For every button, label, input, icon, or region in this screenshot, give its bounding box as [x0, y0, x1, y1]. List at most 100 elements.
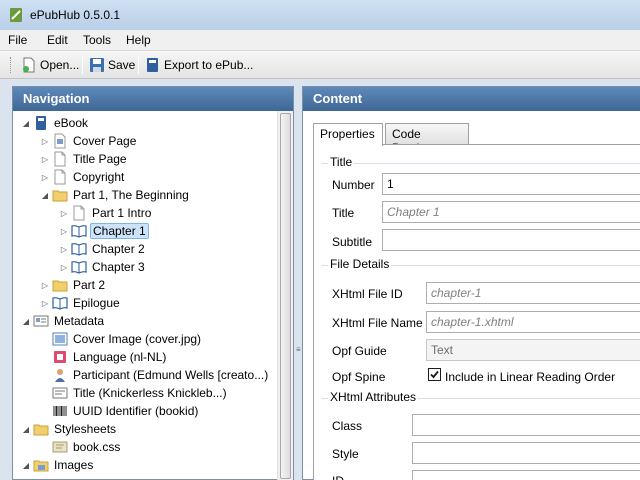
- tree-item[interactable]: Participant (Edmund Wells [creato...): [40, 366, 270, 384]
- xhtml-file-id-input[interactable]: chapter-1: [426, 282, 640, 304]
- content-panel: Content Properties Code Preview Title Nu…: [302, 86, 640, 480]
- tree-item-label: Copyright: [73, 170, 125, 184]
- number-input[interactable]: 1: [382, 173, 640, 195]
- css-icon: [52, 441, 68, 453]
- menu-tools[interactable]: Tools: [83, 33, 111, 47]
- open-file-icon: [23, 57, 35, 73]
- tree-item-label: Cover Image (cover.jpg): [73, 332, 202, 346]
- tree-item[interactable]: ▷ Chapter 1: [59, 222, 149, 240]
- opf-guide-label: Opf Guide: [332, 344, 387, 358]
- expanded-arrow-icon[interactable]: ◢: [40, 186, 50, 204]
- expanded-arrow-icon[interactable]: ◢: [21, 456, 31, 474]
- properties-page: Title Number 1 Title Chapter 1 Subtitle …: [313, 144, 640, 480]
- tree-item[interactable]: Language (nl-NL): [40, 348, 168, 366]
- collapsed-arrow-icon[interactable]: ▷: [59, 240, 69, 258]
- expanded-arrow-icon[interactable]: ◢: [21, 114, 31, 132]
- tree-item[interactable]: book.css: [40, 438, 122, 456]
- save-button[interactable]: Save: [86, 54, 138, 76]
- collapsed-arrow-icon[interactable]: ▷: [59, 204, 69, 222]
- opf-spine-checkbox[interactable]: [428, 368, 441, 381]
- metadata-icon: [33, 315, 49, 327]
- opf-guide-select[interactable]: Text: [426, 339, 640, 361]
- collapsed-arrow-icon[interactable]: ▷: [40, 168, 50, 186]
- menu-help[interactable]: Help: [126, 33, 151, 47]
- navigation-tree[interactable]: ◢ eBook ▷ Cover Page ▷ Title Page ▷ Copyright ◢ P…: [13, 111, 279, 480]
- save-disk-icon: [90, 58, 104, 72]
- subtitle-label: Subtitle: [332, 235, 373, 249]
- xhtml-file-name-input[interactable]: chapter-1.xhtml: [426, 311, 640, 333]
- export-epub-button[interactable]: Export to ePub...: [142, 54, 256, 76]
- number-label: Number: [332, 178, 375, 192]
- tree-item[interactable]: ▷ Part 2: [40, 276, 107, 294]
- tree-item-label: Title (Knickerless Knickleb...): [73, 386, 227, 400]
- export-button-label: Export to ePub...: [164, 58, 254, 72]
- title-input[interactable]: Chapter 1: [382, 201, 640, 223]
- tree-item[interactable]: ◢ eBook: [21, 114, 90, 132]
- title-group-label: Title: [328, 155, 355, 169]
- tree-item[interactable]: ▷ Copyright: [40, 168, 126, 186]
- person-icon: [55, 369, 65, 382]
- tab-properties[interactable]: Properties: [313, 123, 383, 146]
- collapsed-arrow-icon[interactable]: ▷: [59, 258, 69, 276]
- tree-item[interactable]: Title (Knickerless Knickleb...): [40, 384, 229, 402]
- tree-item-label: Epilogue: [73, 296, 120, 310]
- tree-item[interactable]: ▷ Chapter 3: [59, 258, 147, 276]
- style-input[interactable]: [412, 442, 640, 464]
- collapsed-arrow-icon[interactable]: ▷: [40, 132, 50, 150]
- title-label: Title: [332, 206, 355, 220]
- toolbar-grip[interactable]: [10, 57, 13, 73]
- tree-item[interactable]: ◢ Images: [21, 456, 95, 474]
- expanded-arrow-icon[interactable]: ◢: [21, 312, 31, 330]
- picture-icon: [52, 332, 68, 346]
- open-book-icon: [71, 243, 87, 256]
- scrollbar-thumb[interactable]: [280, 113, 291, 479]
- collapsed-arrow-icon[interactable]: ▷: [40, 150, 50, 168]
- menu-edit[interactable]: Edit: [47, 33, 68, 47]
- folder-icon: [33, 424, 49, 436]
- xhtml-file-id-label: XHtml File ID: [332, 287, 403, 301]
- title-card-icon: [52, 387, 68, 399]
- menu-file[interactable]: File: [8, 33, 27, 47]
- opf-spine-checkbox-label[interactable]: Include in Linear Reading Order: [445, 370, 615, 384]
- tree-item-label: eBook: [54, 116, 89, 130]
- class-input[interactable]: [412, 414, 640, 436]
- tree-item[interactable]: ◢ Part 1, The Beginning: [40, 186, 191, 204]
- panel-splitter[interactable]: ≡: [294, 86, 302, 480]
- id-input[interactable]: [412, 470, 640, 480]
- open-button[interactable]: Open...: [18, 54, 82, 76]
- tree-item-label: Part 1 Intro: [92, 206, 152, 220]
- tree-item[interactable]: ◢ Stylesheets: [21, 420, 118, 438]
- page-icon: [54, 169, 66, 185]
- tree-item[interactable]: UUID Identifier (bookid): [40, 402, 200, 420]
- tree-item-label: Chapter 1: [90, 223, 149, 239]
- expanded-arrow-icon[interactable]: ◢: [21, 420, 31, 438]
- tab-code-preview[interactable]: Code Preview: [385, 123, 469, 155]
- tree-item[interactable]: ▷ Chapter 2: [59, 240, 147, 258]
- tree-item-label: Participant (Edmund Wells [creato...): [73, 368, 269, 382]
- language-icon: [54, 351, 66, 363]
- collapsed-arrow-icon[interactable]: ▷: [40, 276, 50, 294]
- open-book-icon: [71, 261, 87, 274]
- tree-item[interactable]: ▷ Title Page: [40, 150, 129, 168]
- collapsed-arrow-icon[interactable]: ▷: [40, 294, 50, 312]
- toolbar: Open... Save Export to ePub...: [0, 51, 640, 79]
- tree-item[interactable]: ▷ Epilogue: [40, 294, 122, 312]
- checkmark-icon: [430, 370, 439, 379]
- folder-icon: [52, 190, 68, 202]
- tree-item-label: Title Page: [73, 152, 127, 166]
- subtitle-input[interactable]: [382, 229, 640, 251]
- navigation-scrollbar[interactable]: [277, 111, 293, 480]
- tree-item-label: Metadata: [54, 314, 105, 328]
- tree-item[interactable]: Cover Image (cover.jpg): [40, 330, 203, 348]
- folder-images-icon: [33, 460, 49, 472]
- page-icon: [73, 205, 85, 221]
- collapsed-arrow-icon[interactable]: ▷: [59, 222, 69, 240]
- tree-item[interactable]: ▷ Cover Page: [40, 132, 138, 150]
- tree-item[interactable]: ▷ Part 1 Intro: [59, 204, 153, 222]
- tree-item[interactable]: ◢ Metadata: [21, 312, 106, 330]
- splitter-grip-icon: ≡: [296, 345, 301, 354]
